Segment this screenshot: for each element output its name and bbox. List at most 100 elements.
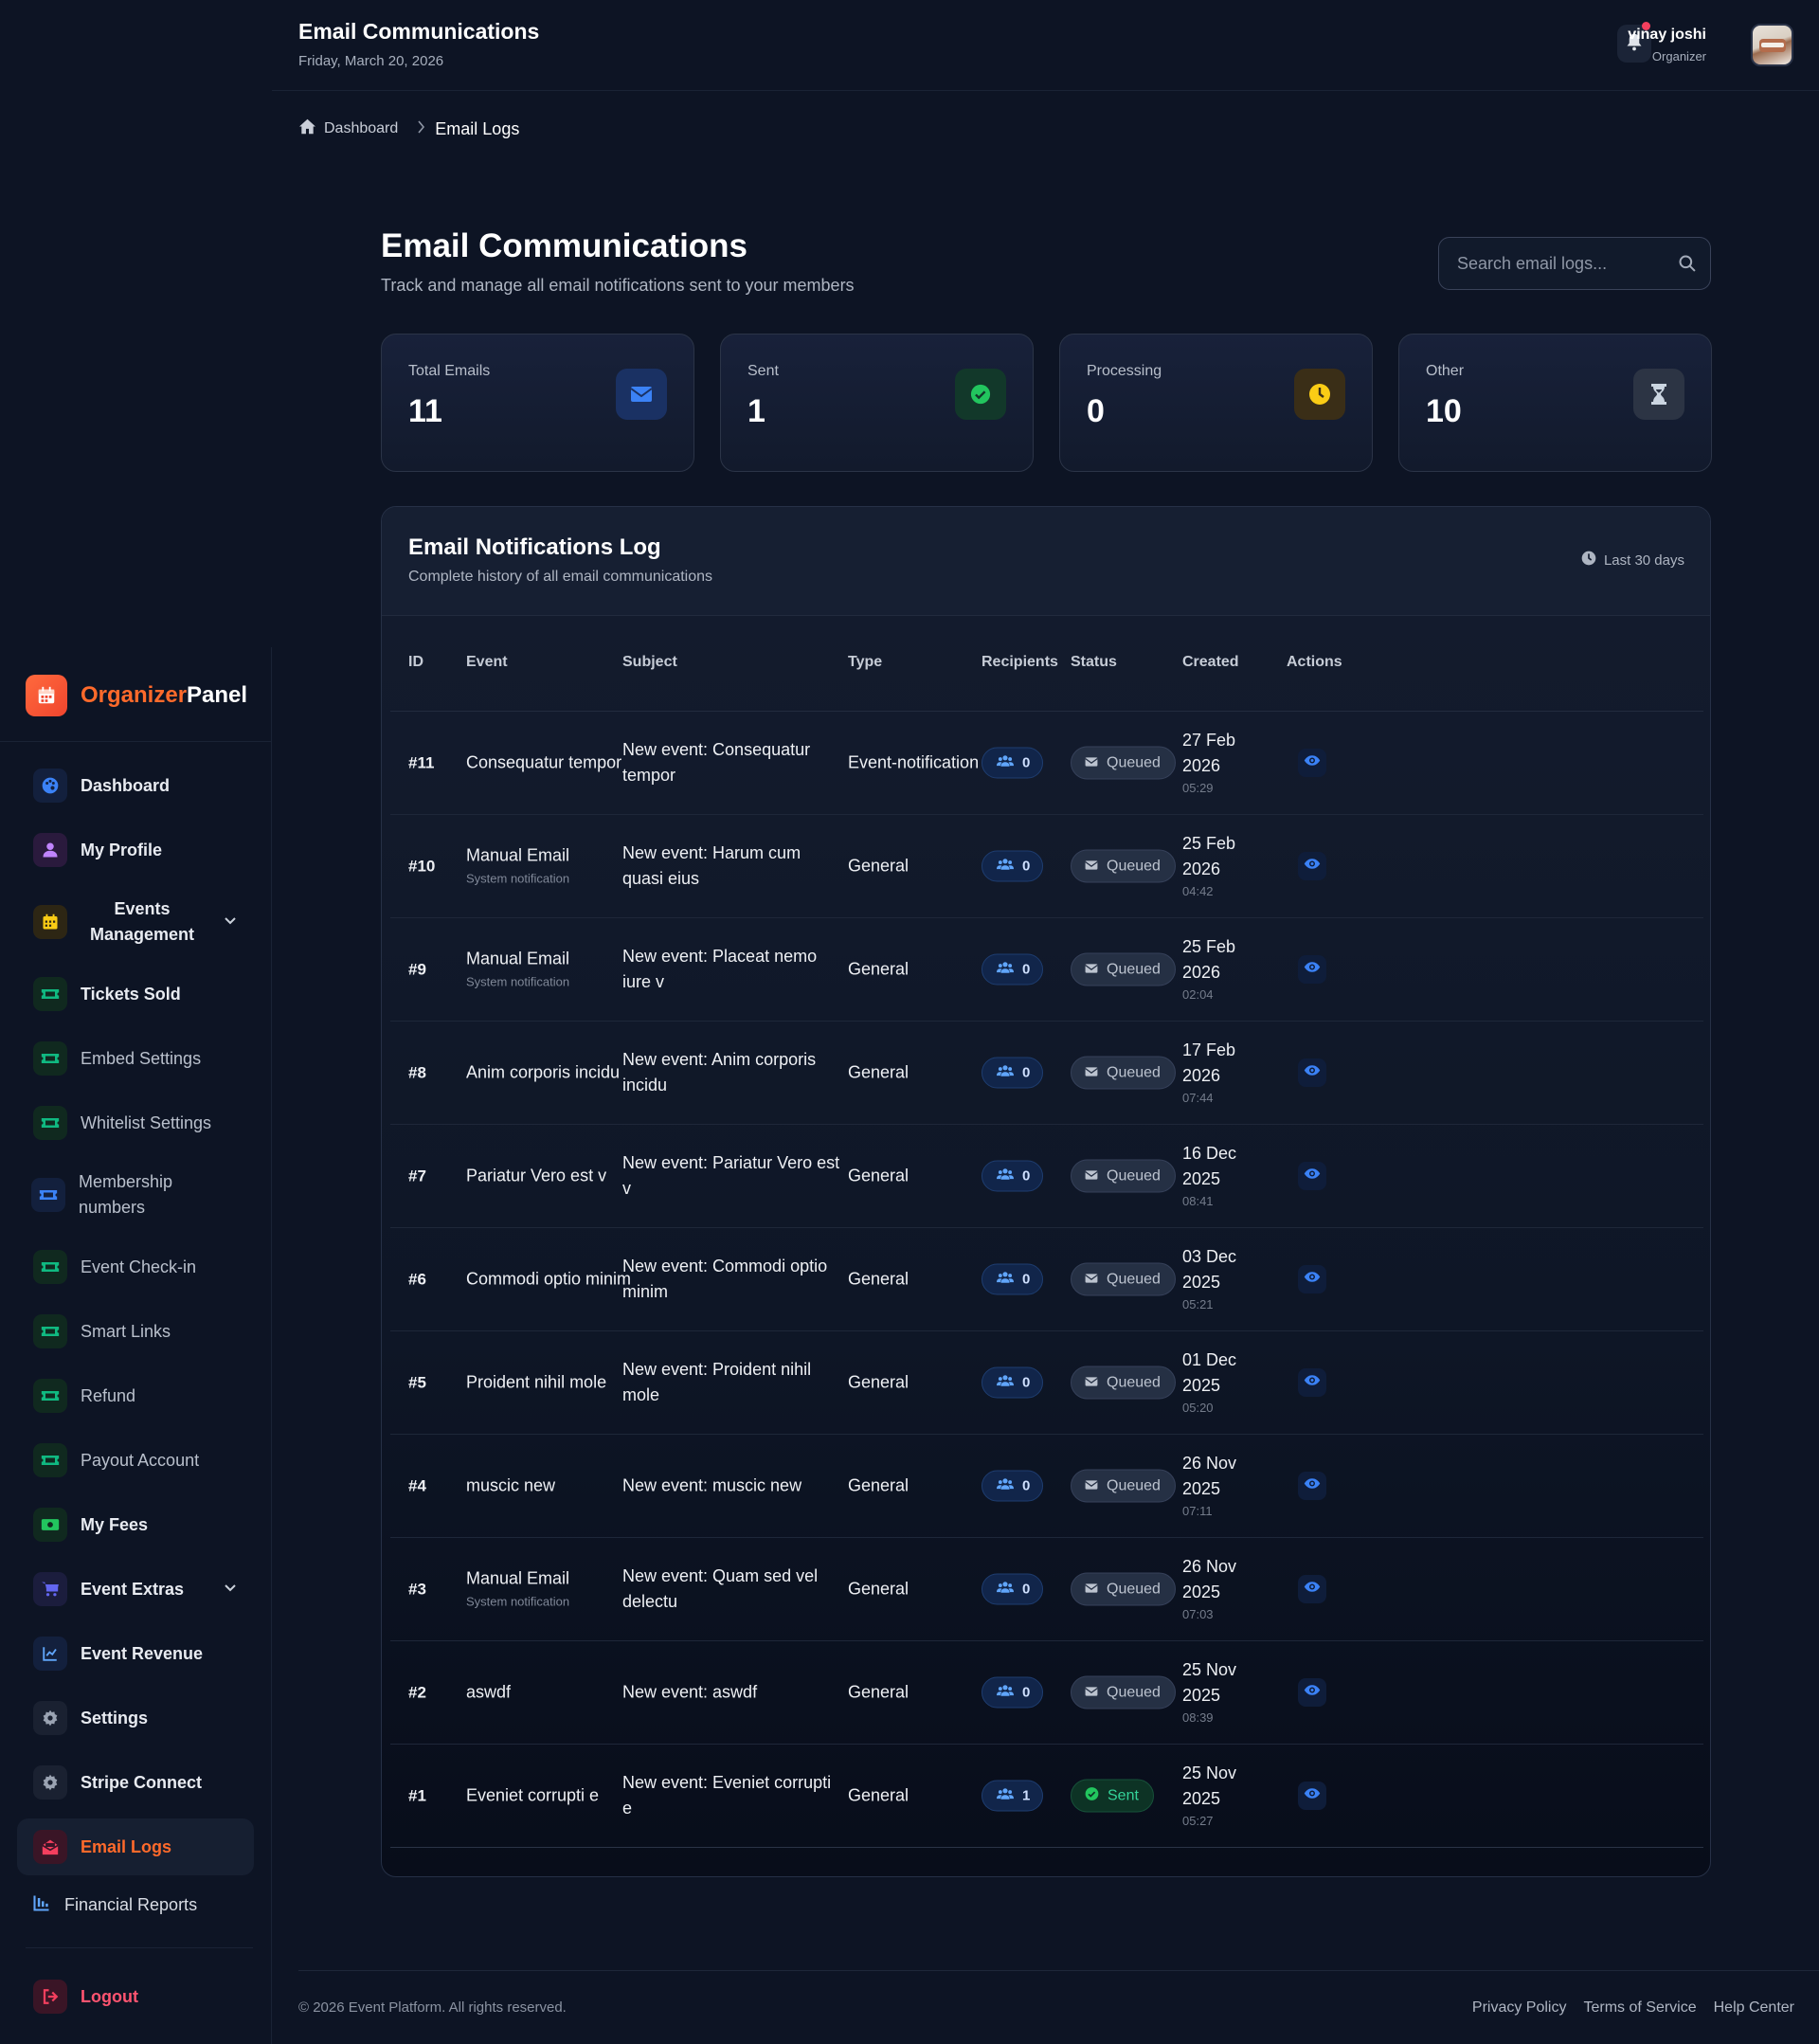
row-type: General	[848, 1062, 910, 1082]
table-row: #1 Eveniet corrupti e New event: Eveniet c…	[390, 1745, 1703, 1848]
view-button[interactable]	[1298, 1162, 1326, 1190]
view-button[interactable]	[1298, 1782, 1326, 1810]
id-card-icon	[31, 1178, 65, 1212]
sidebar-item-event-revenue[interactable]: Event Revenue	[17, 1625, 254, 1682]
chevron-right-icon	[417, 119, 425, 138]
row-type: General	[848, 1682, 910, 1702]
view-button[interactable]	[1298, 1368, 1326, 1397]
sidebar-item-settings[interactable]: Settings	[17, 1690, 254, 1746]
sidebar-item-event-check-in[interactable]: Event Check-in	[17, 1239, 254, 1295]
sidebar-item-email-logs[interactable]: Email Logs	[17, 1818, 254, 1875]
search-input[interactable]	[1440, 239, 1667, 288]
users-icon	[997, 1478, 1014, 1494]
view-button[interactable]	[1298, 852, 1326, 880]
breadcrumb: Dashboard Email Logs	[298, 118, 519, 140]
logout-label: Logout	[81, 1986, 138, 2006]
status-label: Queued	[1107, 754, 1161, 770]
row-id: #4	[408, 1476, 426, 1495]
row-event-name: aswdf	[466, 1682, 512, 1702]
stat-card-other: Other 10	[1398, 334, 1712, 472]
table-row: #3 Manual Email System notification New eve…	[390, 1538, 1703, 1641]
created-date: 01 Dec 2025	[1182, 1350, 1237, 1395]
row-event-name: Anim corporis incidu	[466, 1062, 621, 1082]
row-event: aswdf	[466, 1680, 637, 1706]
sidebar-item-refund[interactable]: Refund	[17, 1367, 254, 1424]
ticket-icon	[33, 977, 67, 1011]
gear-icon	[33, 1701, 67, 1735]
user-name[interactable]: vinay joshi	[1628, 27, 1706, 44]
users-icon	[997, 1272, 1014, 1288]
view-button[interactable]	[1298, 1678, 1326, 1707]
table-row: #5 Proident nihil mole New event: Proident…	[390, 1331, 1703, 1435]
line-chart-icon	[33, 1637, 67, 1671]
sidebar-item-label: Membership numbers	[79, 1172, 173, 1217]
row-created: 26 Nov 2025 07:03	[1182, 1554, 1258, 1624]
sidebar-item-financial-reports[interactable]: Financial Reports	[17, 1883, 254, 1926]
chevron-down-icon	[224, 913, 237, 931]
sidebar-item-stripe-connect[interactable]: Stripe Connect	[17, 1754, 254, 1811]
view-button[interactable]	[1298, 749, 1326, 777]
row-created: 25 Feb 2026 04:42	[1182, 831, 1258, 901]
sidebar-item-dashboard[interactable]: Dashboard	[17, 757, 254, 814]
status-badge: Queued	[1071, 1572, 1176, 1606]
sidebar-item-label: Whitelist Settings	[81, 1112, 212, 1132]
sidebar-item-tickets-sold[interactable]: Tickets Sold	[17, 966, 254, 1022]
status-badge: Sent	[1071, 1779, 1154, 1813]
row-event: Eveniet corrupti e	[466, 1783, 637, 1809]
recipients-badge: 0	[982, 1057, 1044, 1089]
sidebar-item-label: Event Revenue	[81, 1643, 204, 1663]
sidebar-item-my-profile[interactable]: My Profile	[17, 822, 254, 878]
search-icon[interactable]	[1678, 254, 1697, 278]
view-button[interactable]	[1298, 1058, 1326, 1087]
row-type: General	[848, 1785, 910, 1805]
ticket-icon	[33, 1443, 67, 1477]
breadcrumb-home-link[interactable]: Dashboard	[324, 120, 398, 137]
row-event-sub: System notification	[466, 1594, 570, 1609]
sidebar-item-my-fees[interactable]: My Fees	[17, 1496, 254, 1553]
status-badge: Queued	[1071, 849, 1176, 883]
status-label: Queued	[1107, 1271, 1161, 1287]
sidebar-item-events-management[interactable]: Events Management	[17, 886, 254, 958]
row-type: General	[848, 1269, 910, 1289]
recipients-count: 0	[1022, 754, 1031, 771]
page-subtitle: Track and manage all email notifications…	[381, 276, 855, 295]
view-button[interactable]	[1298, 1265, 1326, 1293]
avatar[interactable]	[1751, 24, 1793, 66]
sidebar-item-smart-links[interactable]: Smart Links	[17, 1303, 254, 1360]
created-date: 26 Nov 2025	[1182, 1557, 1237, 1601]
user-role: Organizer	[1651, 49, 1706, 63]
terms-of-service-link[interactable]: Terms of Service	[1583, 1999, 1696, 2017]
clock-icon	[1294, 369, 1345, 420]
check-circle-icon	[955, 369, 1006, 420]
eye-icon	[1304, 961, 1321, 978]
column-header-created: Created	[1182, 654, 1239, 670]
row-type: General	[848, 1475, 910, 1495]
view-button[interactable]	[1298, 1472, 1326, 1500]
home-icon[interactable]	[298, 118, 316, 139]
sidebar-item-whitelist-settings[interactable]: Whitelist Settings	[17, 1094, 254, 1151]
column-header-event: Event	[466, 654, 508, 670]
sidebar-item-payout-account[interactable]: Payout Account	[17, 1432, 254, 1489]
sidebar-item-embed-settings[interactable]: Embed Settings	[17, 1030, 254, 1087]
row-subject: New event: Pariatur Vero est v	[622, 1153, 840, 1198]
email-log-panel: Email Notifications Log Complete history…	[381, 506, 1711, 1877]
eye-icon	[1304, 1787, 1321, 1804]
help-center-link[interactable]: Help Center	[1714, 1999, 1794, 2017]
envelope-icon	[1085, 961, 1098, 978]
panel-title: Email Notifications Log	[408, 534, 661, 560]
envelope-icon	[1085, 1581, 1098, 1598]
envelope-icon	[1085, 1374, 1098, 1391]
brand[interactable]: OrganizerPanel	[26, 674, 247, 717]
sidebar-item-event-extras[interactable]: Event Extras	[17, 1561, 254, 1618]
envelope-open-icon	[33, 1830, 67, 1864]
date-range-label: Last 30 days	[1603, 552, 1684, 569]
stat-label: Processing	[1087, 363, 1162, 379]
eye-icon	[1304, 858, 1321, 875]
logout-button[interactable]: Logout	[33, 1980, 138, 2014]
table-row: #11 Consequatur tempor New event: Consequa…	[390, 712, 1703, 815]
sidebar-item-label: Event Extras	[81, 1579, 185, 1599]
view-button[interactable]	[1298, 1575, 1326, 1603]
privacy-policy-link[interactable]: Privacy Policy	[1472, 1999, 1567, 2017]
sidebar-item-membership-numbers[interactable]: Membership numbers	[17, 1159, 254, 1231]
view-button[interactable]	[1298, 955, 1326, 984]
